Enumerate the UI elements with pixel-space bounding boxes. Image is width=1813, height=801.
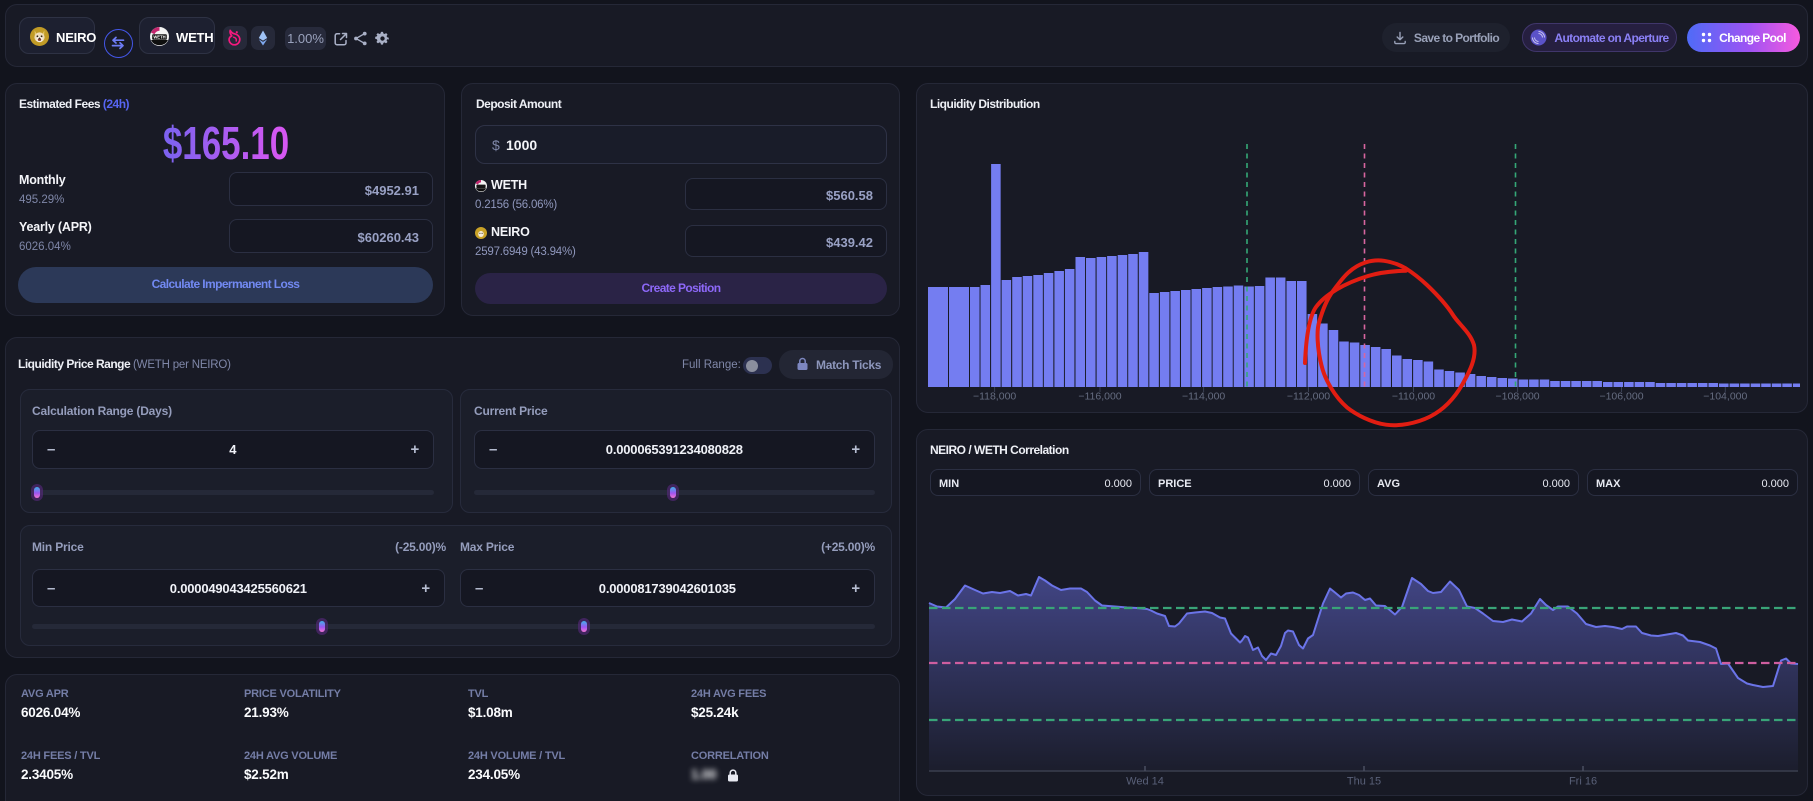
svg-text:−116,000: −116,000 [1078,391,1121,403]
svg-text:−106,000: −106,000 [1599,391,1643,403]
svg-text:WETH: WETH [153,35,165,40]
svg-text:Wed 14: Wed 14 [1126,776,1164,788]
svg-text:−104,000: −104,000 [1703,391,1747,403]
svg-text:−108,000: −108,000 [1496,391,1540,403]
svg-text:Thu 15: Thu 15 [1347,776,1381,788]
svg-text:−114,000: −114,000 [1182,391,1225,403]
svg-text:−118,000: −118,000 [973,391,1016,403]
svg-text:Fri 16: Fri 16 [1569,776,1597,788]
